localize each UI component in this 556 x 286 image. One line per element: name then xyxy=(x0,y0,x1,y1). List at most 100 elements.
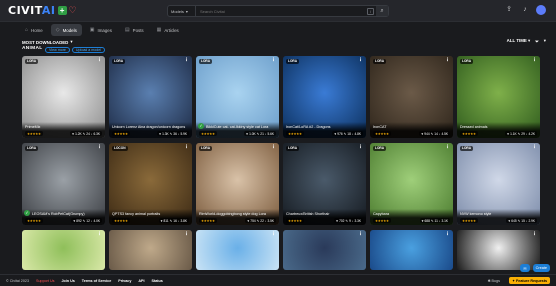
model-preview-image xyxy=(370,230,453,270)
civitai-logo[interactable]: CIVITAI + ♡ xyxy=(8,4,77,17)
model-card[interactable]: LORA ⋮ Unicorn Lorenz Aina dragon/unicorn … xyxy=(109,56,192,138)
more-options-icon[interactable]: ⋮ xyxy=(271,232,276,237)
more-options-icon[interactable]: ⋮ xyxy=(358,232,363,237)
filter-icon[interactable]: ⏷ xyxy=(535,39,539,44)
more-options-icon[interactable]: ⋮ xyxy=(97,232,102,237)
search-scope-select[interactable]: Models ▾ xyxy=(168,6,196,16)
download-icon: ↓ xyxy=(90,131,93,136)
stat-comments: 16 xyxy=(173,218,177,223)
more-options-icon[interactable]: ⋮ xyxy=(97,145,102,150)
model-stats: ★★★★★ ♥ 754 ✎ 22 ↓ 3.5K xyxy=(199,218,276,223)
comment-icon: ✎ xyxy=(82,218,86,223)
create-button[interactable]: Create xyxy=(532,264,550,272)
model-card[interactable]: ⋮ xyxy=(196,230,279,270)
rating-stars-icon: ★★★★★ xyxy=(114,131,128,136)
feature-requests-button[interactable]: ✦ Feature Requests xyxy=(508,277,550,284)
more-options-icon[interactable]: ⋮ xyxy=(184,232,189,237)
rating-stars-icon: ★★★★★ xyxy=(375,131,389,136)
model-card[interactable]: LORA ⋮ ✓ LEOSAM's RobPetCat(Grumpy) ★★★★★ ♥ 89… xyxy=(22,143,105,225)
sort-dropdown[interactable]: MOST DOWNLOADED ▾ xyxy=(22,39,73,45)
download-icon: ↓ xyxy=(525,218,528,223)
stat-likes: 811 xyxy=(163,218,169,223)
upload-icon[interactable]: ⇪ xyxy=(504,5,514,15)
rating-stars-icon: ★★★★★ xyxy=(27,131,41,136)
search-input[interactable] xyxy=(196,6,367,16)
model-card[interactable]: LORA ⋮ IronCat/LoRA #2 - Dragons ★★★★★ ♥ 976 ✎… xyxy=(283,56,366,138)
more-options-icon[interactable]: ⋮ xyxy=(358,145,363,150)
stat-comments: 12 xyxy=(86,218,90,223)
rating-stars-icon: ★★★★★ xyxy=(288,131,302,136)
status-link[interactable]: Status xyxy=(152,279,163,283)
model-type-badge: LORA xyxy=(460,59,474,64)
stat-comments: 22 xyxy=(260,218,264,223)
model-card[interactable]: ⋮ xyxy=(109,230,192,270)
model-card[interactable]: LORA ⋮ Chartreux/British Shorthair ★★★★★ ♥ 70… xyxy=(283,143,366,225)
tab-images[interactable]: ▣ Images xyxy=(85,24,117,36)
model-card[interactable]: LORA ⋮ RimWorld-doggobingbong style dog Lo… xyxy=(196,143,279,225)
download-icon: ↓ xyxy=(264,218,267,223)
tab-home[interactable]: ⌂ Home xyxy=(20,24,48,36)
more-options-icon[interactable]: ⋮ xyxy=(445,232,450,237)
more-options-icon[interactable]: ⋮ xyxy=(445,145,450,150)
tab-articles[interactable]: ▦ Articles xyxy=(152,24,184,36)
more-options-icon[interactable]: ⋮ xyxy=(532,232,537,237)
model-type-badge: LORA xyxy=(112,59,126,64)
category-chip[interactable]: View more xyxy=(45,47,70,53)
more-options-icon[interactable]: ⋮ xyxy=(271,145,276,150)
comment-icon: ✎ xyxy=(517,131,521,136)
download-icon: ↓ xyxy=(264,131,267,136)
model-card[interactable]: LORA ⋮ IronCAT ★★★★★ ♥ 944 ✎ 14 ↓ 4.5K xyxy=(370,56,453,138)
model-card[interactable]: LORA ⋮ ✓ BikkiCute cat- cat-Ikkiny style ca… xyxy=(196,56,279,138)
model-card[interactable]: ⋮ xyxy=(283,230,366,270)
privacy-link[interactable]: Privacy xyxy=(118,279,131,283)
heart-icon: ♥ xyxy=(507,131,510,136)
model-title: Unicorn Lorenz Aina dragon/unicorn drago… xyxy=(112,125,186,129)
model-card[interactable]: LOCON ⋮ QPTS3 fancy animal portraits ★★★★★ ♥… xyxy=(109,143,192,225)
chat-button[interactable]: ✉ xyxy=(520,264,530,272)
more-options-icon[interactable]: ⋮ xyxy=(532,58,537,63)
more-options-icon[interactable]: ⋮ xyxy=(97,58,102,63)
stat-likes: 1.2K xyxy=(75,131,82,136)
more-options-icon[interactable]: ⋮ xyxy=(184,145,189,150)
more-options-icon[interactable]: ⋮ xyxy=(184,58,189,63)
more-options-icon[interactable]: ⋮ xyxy=(358,58,363,63)
more-options-icon[interactable]: ⋮ xyxy=(271,58,276,63)
terms-link[interactable]: Terms of Service xyxy=(82,279,111,283)
stat-dl: 4.2K xyxy=(528,131,535,136)
period-dropdown[interactable]: ALL TIME ▾ xyxy=(507,38,531,44)
search-icon[interactable]: ⌕ xyxy=(376,6,388,16)
image-icon: ▣ xyxy=(89,27,95,33)
avatar[interactable] xyxy=(536,5,546,15)
stat-likes: 1.1K xyxy=(510,131,517,136)
model-card[interactable]: LORA ⋮ NVW kemono style ★★★★★ ♥ 645 ✎ 15 ↓ 2.9K xyxy=(457,143,540,225)
model-title: Chartreux/British Shorthair xyxy=(286,212,330,216)
join-link[interactable]: Join Us xyxy=(61,279,74,283)
category-chip[interactable]: Upload a model xyxy=(71,47,106,53)
bell-icon[interactable]: ♪ xyxy=(520,5,530,15)
model-preview-image xyxy=(22,230,105,270)
model-card[interactable]: LORA ⋮ Capybara ★★★★★ ♥ 688 ✎ 11 ↓ 3.1K xyxy=(370,143,453,225)
model-card[interactable]: LORA ⋮ Dressed animals ★★★★★ ♥ 1.1K ✎ 29 ↓ 4.2K xyxy=(457,56,540,138)
api-link[interactable]: API xyxy=(138,279,144,283)
model-title: IronCat/LoRA #2 - Dragons xyxy=(286,125,331,129)
bugs-button[interactable]: ✱ Bugs xyxy=(484,277,503,284)
tab-models[interactable]: ◇ Models xyxy=(50,24,82,36)
rating-stars-icon: ★★★★★ xyxy=(114,218,128,223)
support-link[interactable]: Support Us xyxy=(36,279,54,283)
engagement-pill: ♥ 944 ✎ 14 ↓ 4.5K xyxy=(419,131,450,136)
heart-icon: ♥ xyxy=(159,131,162,136)
model-card[interactable]: ⋮ xyxy=(22,230,105,270)
rating-pill: ★★★★★ xyxy=(373,218,391,223)
more-options-icon[interactable]: ⋮ xyxy=(532,145,537,150)
heart-icon[interactable]: ♡ xyxy=(69,6,77,15)
layout-icon[interactable]: ▾ xyxy=(544,38,546,44)
chevron-down-icon: ▾ xyxy=(185,8,188,14)
more-options-icon[interactable]: ⋮ xyxy=(445,58,450,63)
tab-label: Models xyxy=(62,27,77,33)
tab-posts[interactable]: ▤ Posts xyxy=(120,24,149,36)
bug-icon: ✱ xyxy=(487,278,491,283)
model-card[interactable]: ⋮ xyxy=(370,230,453,270)
plus-icon[interactable]: + xyxy=(57,6,67,15)
model-card[interactable]: LORA ⋮ PrimeMix ★★★★★ ♥ 1.2K ✎ 24 ↓ 6.3K xyxy=(22,56,105,138)
model-type-badge: LORA xyxy=(25,146,39,151)
